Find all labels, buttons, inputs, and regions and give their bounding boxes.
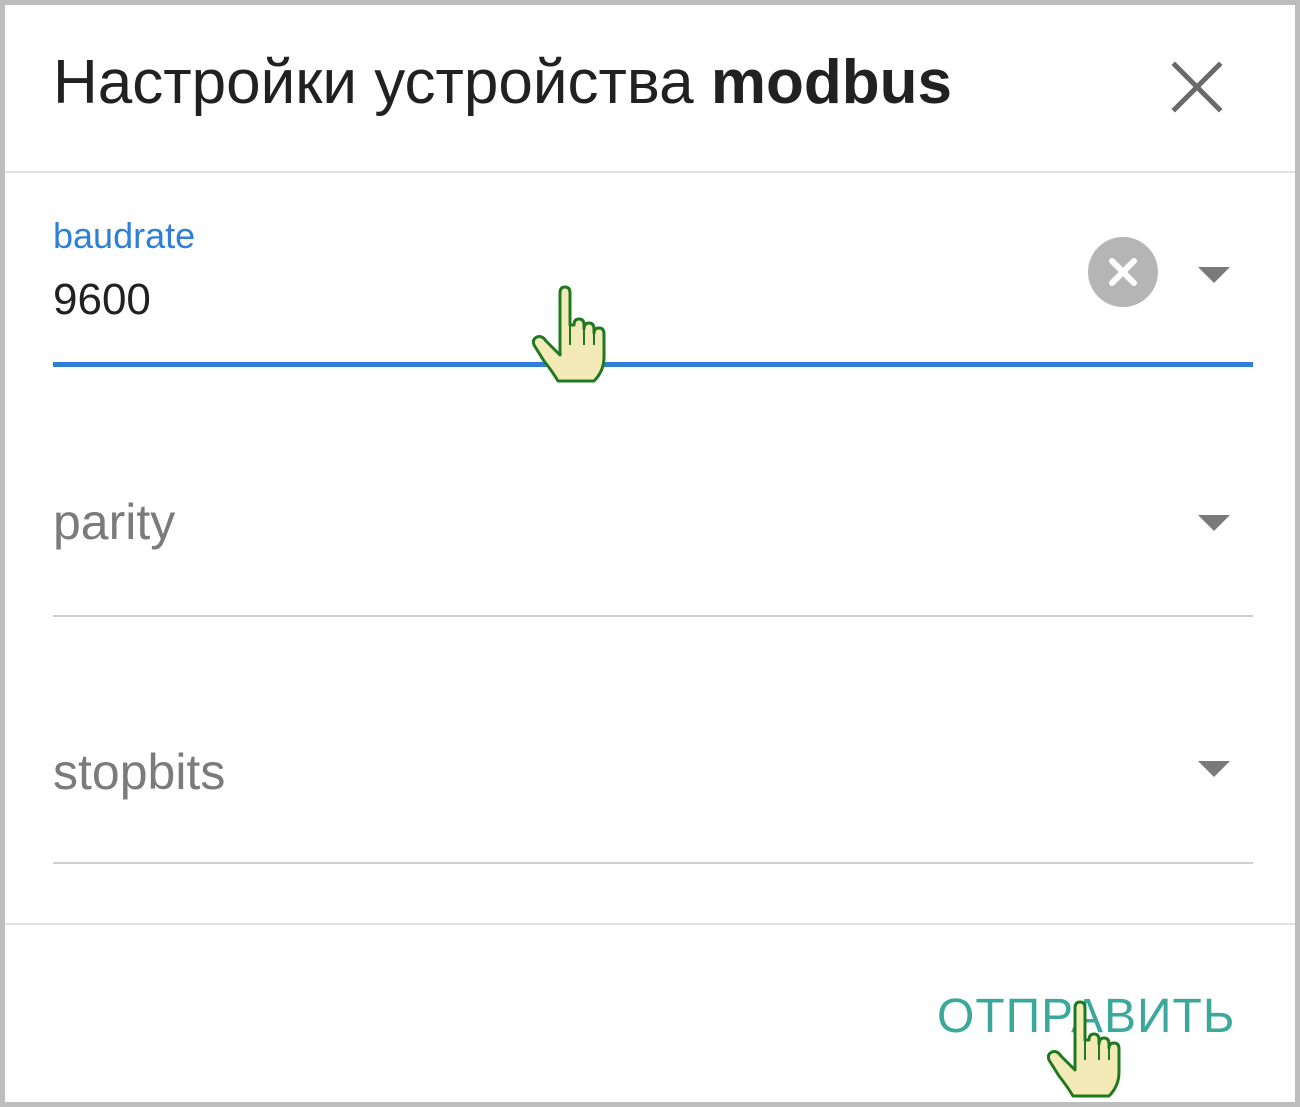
baudrate-label: baudrate bbox=[53, 215, 196, 256]
dialog-title: Настройки устройства modbus bbox=[53, 48, 952, 117]
stopbits-placeholder: stopbits bbox=[53, 744, 226, 800]
parity-underline bbox=[53, 615, 1253, 617]
baudrate-field[interactable]: baudrate 9600 bbox=[53, 215, 1257, 375]
submit-button[interactable]: ОТПРАВИТЬ bbox=[937, 989, 1235, 1044]
dialog-title-prefix: Настройки устройства bbox=[53, 48, 694, 117]
parity-placeholder: parity bbox=[53, 494, 176, 550]
baudrate-underline bbox=[53, 362, 1253, 367]
parity-field[interactable]: parity bbox=[53, 485, 1257, 625]
settings-dialog: Настройки устройства modbus baudrate 960… bbox=[0, 0, 1300, 1107]
footer-divider bbox=[5, 923, 1295, 925]
dropdown-arrow-icon[interactable] bbox=[1198, 515, 1230, 531]
clear-button[interactable] bbox=[1088, 237, 1158, 307]
clear-circle-icon bbox=[1109, 258, 1137, 286]
dialog-title-device: modbus bbox=[710, 48, 952, 117]
close-button[interactable] bbox=[1165, 55, 1229, 119]
stopbits-underline bbox=[53, 862, 1253, 864]
dialog-header: Настройки устройства modbus bbox=[5, 5, 1295, 173]
dropdown-arrow-icon[interactable] bbox=[1198, 267, 1230, 283]
baudrate-value[interactable]: 9600 bbox=[53, 275, 151, 325]
dropdown-arrow-icon[interactable] bbox=[1198, 761, 1230, 777]
close-icon bbox=[1171, 61, 1223, 113]
stopbits-field[interactable]: stopbits bbox=[53, 733, 1257, 873]
